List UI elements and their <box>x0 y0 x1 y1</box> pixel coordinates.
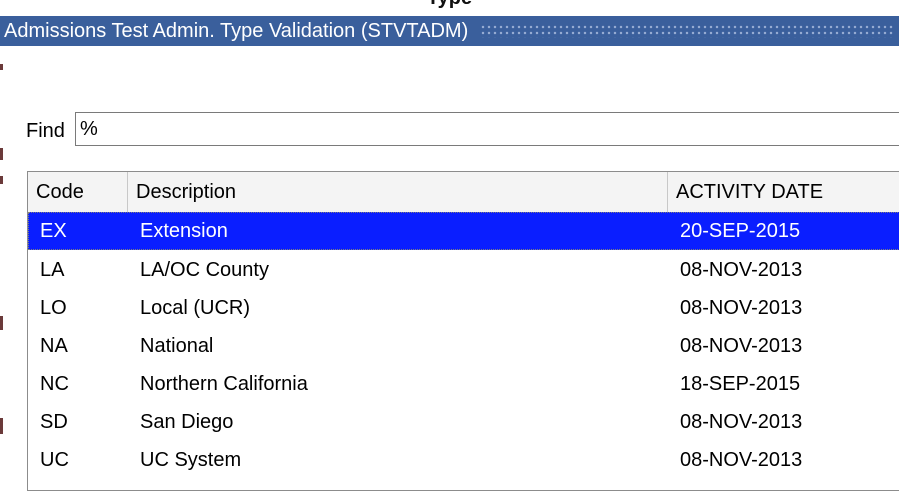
table-row[interactable]: LO Local (UCR) 08-NOV-2013 <box>28 289 899 327</box>
cell-code: NA <box>40 335 68 357</box>
find-input[interactable] <box>75 112 899 146</box>
cell-code: LO <box>40 297 67 319</box>
edge-mark <box>0 176 3 184</box>
cell-code: EX <box>40 220 67 242</box>
find-label: Find <box>26 120 65 142</box>
table-row[interactable]: SD San Diego 08-NOV-2013 <box>28 403 899 441</box>
cut-off-heading: Type <box>0 0 899 8</box>
cell-description: Northern California <box>140 373 308 395</box>
edge-mark <box>0 64 3 70</box>
cell-activity-date: 18-SEP-2015 <box>680 373 801 395</box>
table-row[interactable]: LA LA/OC County 08-NOV-2013 <box>28 251 899 289</box>
cell-description: Extension <box>140 220 228 242</box>
edge-mark <box>0 148 3 160</box>
edge-mark <box>0 316 3 330</box>
cell-code: LA <box>40 259 65 281</box>
grid-header: Code Description ACTIVITY DATE <box>28 172 899 213</box>
validation-grid: Code Description ACTIVITY DATE EX Extens… <box>27 171 899 491</box>
edge-mark <box>0 418 3 434</box>
table-row[interactable]: UC UC System 08-NOV-2013 <box>28 441 899 479</box>
column-header-description[interactable]: Description <box>128 172 668 212</box>
cell-description: LA/OC County <box>140 259 269 281</box>
window-titlebar[interactable]: Admissions Test Admin. Type Validation (… <box>0 16 899 46</box>
cell-description: UC System <box>140 449 242 471</box>
table-row[interactable]: NA National 08-NOV-2013 <box>28 327 899 365</box>
cell-description: San Diego <box>140 411 234 433</box>
cell-activity-date: 08-NOV-2013 <box>680 297 803 319</box>
column-header-code[interactable]: Code <box>28 172 128 212</box>
table-row[interactable]: EX Extension 20-SEP-2015 <box>28 212 899 250</box>
cell-activity-date: 08-NOV-2013 <box>680 411 803 433</box>
table-row[interactable]: NC Northern California 18-SEP-2015 <box>28 365 899 403</box>
cell-code: NC <box>40 373 69 395</box>
left-edge-marks <box>0 46 4 477</box>
cell-code: UC <box>40 449 69 471</box>
column-header-activity-date[interactable]: ACTIVITY DATE <box>668 172 899 212</box>
cell-activity-date: 08-NOV-2013 <box>680 259 803 281</box>
window-title: Admissions Test Admin. Type Validation (… <box>4 19 469 42</box>
cell-description: Local (UCR) <box>140 297 251 319</box>
cell-activity-date: 20-SEP-2015 <box>680 220 801 242</box>
cell-description: National <box>140 335 214 357</box>
titlebar-grip-pattern <box>480 24 893 38</box>
cell-activity-date: 08-NOV-2013 <box>680 449 803 471</box>
cell-activity-date: 08-NOV-2013 <box>680 335 803 357</box>
cell-code: SD <box>40 411 68 433</box>
